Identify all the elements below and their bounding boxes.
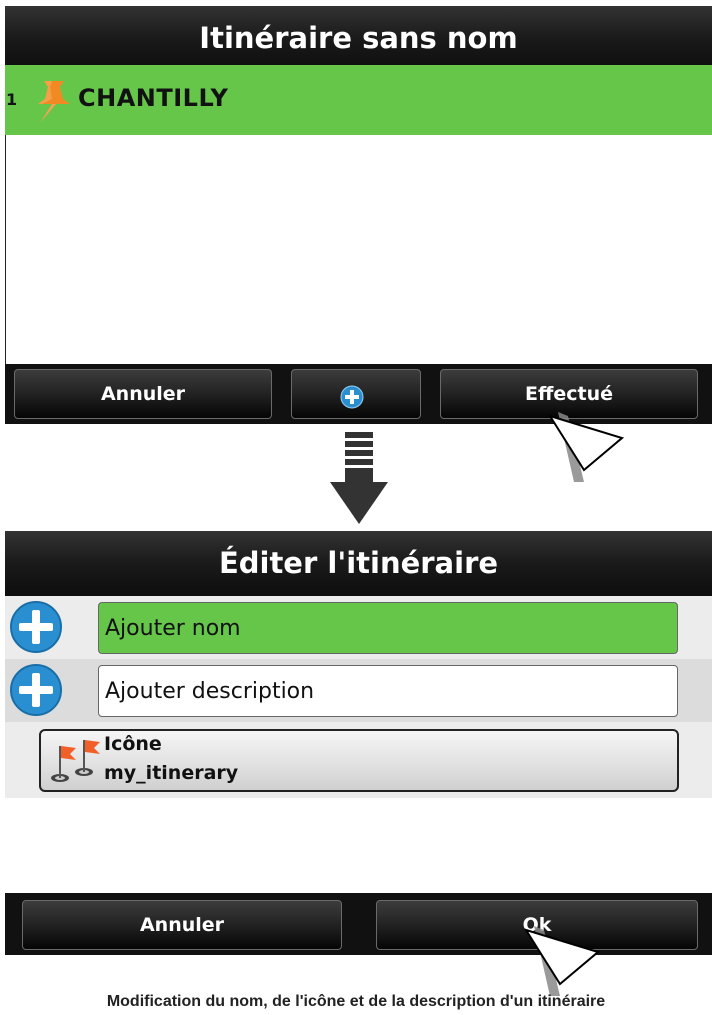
page-title: Éditer l'itinéraire — [5, 531, 712, 596]
figure-caption: Modification du nom, de l'icône et de la… — [106, 993, 606, 1010]
icon-selector-label: Icône — [104, 733, 162, 755]
description-field[interactable]: Ajouter description — [98, 665, 678, 717]
page-title: Itinéraire sans nom — [5, 6, 712, 71]
plus-icon — [340, 385, 364, 409]
cancel-button[interactable]: Annuler — [14, 369, 272, 419]
itinerary-list-empty-area — [5, 135, 712, 364]
plus-icon[interactable] — [9, 663, 63, 717]
list-item-name: CHANTILLY — [78, 84, 229, 112]
flags-icon — [51, 740, 100, 782]
icon-selector-value: my_itinerary — [104, 762, 239, 784]
plus-icon[interactable] — [9, 600, 63, 654]
list-item-index: 1 — [6, 90, 18, 109]
pushpin-icon — [38, 81, 70, 123]
pointer-cursor-icon — [547, 412, 625, 482]
name-field[interactable]: Ajouter nom — [98, 602, 678, 654]
cancel-button[interactable]: Annuler — [22, 900, 342, 950]
down-arrow-icon — [330, 432, 388, 524]
